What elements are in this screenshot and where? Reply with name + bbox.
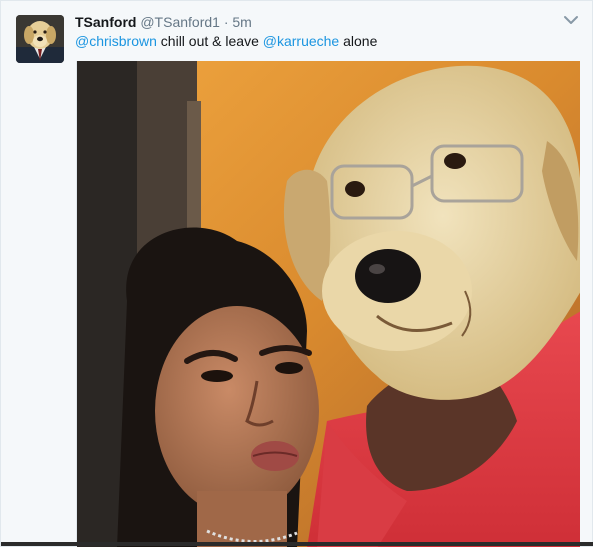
chevron-down-icon [564, 16, 578, 24]
tweet-text: @chrisbrown chill out & leave @karrueche… [75, 32, 377, 50]
header-separator: · [223, 14, 229, 30]
tweet-text-end: alone [339, 33, 378, 49]
mention-link-karrueche[interactable]: @karrueche [263, 33, 339, 49]
bottom-divider [1, 542, 593, 546]
tweet-timestamp[interactable]: 5m [232, 14, 251, 30]
more-options-button[interactable] [562, 13, 580, 29]
photo-image [77, 61, 580, 547]
mention-link-chrisbrown[interactable]: @chrisbrown [75, 33, 157, 49]
tweet-card[interactable]: TSanford @TSanford1 · 5m @chrisbrown chi… [0, 0, 593, 547]
dog-avatar-icon [16, 15, 64, 63]
tweet-text-middle: chill out & leave [156, 33, 263, 49]
tweet-header: TSanford @TSanford1 · 5m [75, 13, 252, 31]
user-fullname[interactable]: TSanford [75, 14, 136, 30]
user-screenname[interactable]: @TSanford1 [140, 14, 220, 30]
avatar[interactable] [16, 15, 64, 63]
tweet-media-photo[interactable] [76, 61, 580, 547]
